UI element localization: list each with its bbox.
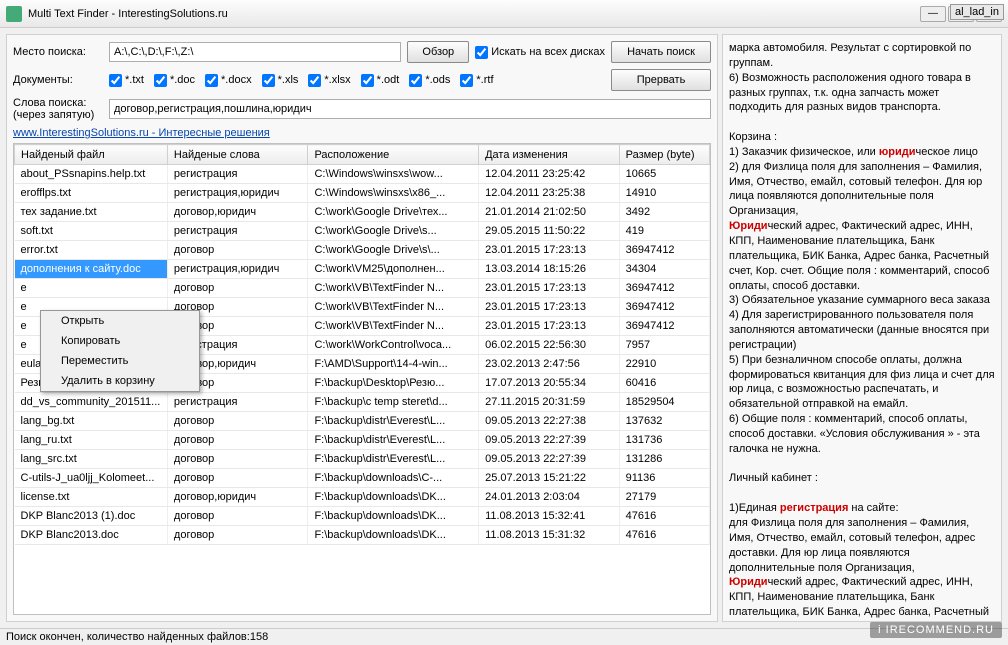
ext-check[interactable]: *.ods bbox=[409, 74, 450, 87]
place-label: Место поиска: bbox=[13, 46, 103, 58]
table-row[interactable]: lang_src.txtдоговорF:\backup\distr\Evere… bbox=[15, 450, 710, 469]
table-row[interactable]: C-utils-J_ua0ljj_Kolomeet...договорF:\ba… bbox=[15, 469, 710, 488]
watermark: i IRECOMMEND.RU bbox=[870, 622, 1002, 638]
menu-item[interactable]: Переместить bbox=[41, 351, 199, 371]
ext-check[interactable]: *.odt bbox=[361, 74, 400, 87]
ext-check[interactable]: *.xlsx bbox=[308, 74, 350, 87]
column-header[interactable]: Найденый файл bbox=[15, 145, 168, 165]
ext-check[interactable]: *.xls bbox=[262, 74, 299, 87]
table-row[interactable]: error.txtдоговорC:\work\Google Drive\s\.… bbox=[15, 241, 710, 260]
table-row[interactable]: дополнения к сайту.docрегистрация,юридич… bbox=[15, 260, 710, 279]
table-row[interactable]: dd_vs_community_201511...регистрацияF:\b… bbox=[15, 393, 710, 412]
table-row[interactable]: erofflps.txtрегистрация,юридичC:\Windows… bbox=[15, 184, 710, 203]
table-row[interactable]: lang_bg.txtдоговорF:\backup\distr\Everes… bbox=[15, 412, 710, 431]
site-link[interactable]: www.InterestingSolutions.ru - Интересные… bbox=[13, 127, 270, 139]
menu-item[interactable]: Открыть bbox=[41, 311, 199, 331]
menu-item[interactable]: Копировать bbox=[41, 331, 199, 351]
table-row[interactable]: eдоговорC:\work\VB\TextFinder N...23.01.… bbox=[15, 279, 710, 298]
app-icon bbox=[6, 6, 22, 22]
table-row[interactable]: soft.txtрегистрацияC:\work\Google Drive\… bbox=[15, 222, 710, 241]
table-row[interactable]: lang_ru.txtдоговорF:\backup\distr\Everes… bbox=[15, 431, 710, 450]
words-input[interactable] bbox=[109, 99, 711, 119]
title-bar: Multi Text Finder - InterestingSolutions… bbox=[0, 0, 1008, 28]
ext-check[interactable]: *.doc bbox=[154, 74, 195, 87]
menu-item[interactable]: Удалить в корзину bbox=[41, 371, 199, 391]
ext-check[interactable]: *.rtf bbox=[460, 74, 493, 87]
ext-check[interactable]: *.txt bbox=[109, 74, 144, 87]
start-button[interactable]: Начать поиск bbox=[611, 41, 711, 63]
place-input[interactable] bbox=[109, 42, 401, 62]
table-row[interactable]: about_PSsnapins.help.txtрегистрацияC:\Wi… bbox=[15, 165, 710, 184]
preview-panel: марка автомобиля. Результат с сортировко… bbox=[722, 34, 1002, 622]
user-tag: al_lad_in bbox=[950, 4, 1004, 20]
column-header[interactable]: Размер (byte) bbox=[619, 145, 709, 165]
table-row[interactable]: DKP Blanc2013.docдоговорF:\backup\downlo… bbox=[15, 526, 710, 545]
table-row[interactable]: тех задание.txtдоговор,юридичC:\work\Goo… bbox=[15, 203, 710, 222]
table-row[interactable]: DKP Blanc2013 (1).docдоговорF:\backup\do… bbox=[15, 507, 710, 526]
docs-label: Документы: bbox=[13, 74, 103, 86]
context-menu: ОткрытьКопироватьПереместитьУдалить в ко… bbox=[40, 310, 200, 392]
column-header[interactable]: Расположение bbox=[308, 145, 479, 165]
table-row[interactable]: license.txtдоговор,юридичF:\backup\downl… bbox=[15, 488, 710, 507]
ext-check[interactable]: *.docx bbox=[205, 74, 252, 87]
minimize-button[interactable]: — bbox=[920, 6, 946, 22]
column-header[interactable]: Дата изменения bbox=[479, 145, 620, 165]
all-disks-check[interactable]: Искать на всех дисках bbox=[475, 46, 605, 59]
words-label: Слова поиска: (через запятую) bbox=[13, 97, 103, 121]
stop-button[interactable]: Прервать bbox=[611, 69, 711, 91]
browse-button[interactable]: Обзор bbox=[407, 41, 469, 63]
column-header[interactable]: Найденые слова bbox=[167, 145, 308, 165]
status-bar: Поиск окончен, количество найденных файл… bbox=[0, 628, 1008, 645]
window-title: Multi Text Finder - InterestingSolutions… bbox=[28, 8, 920, 20]
